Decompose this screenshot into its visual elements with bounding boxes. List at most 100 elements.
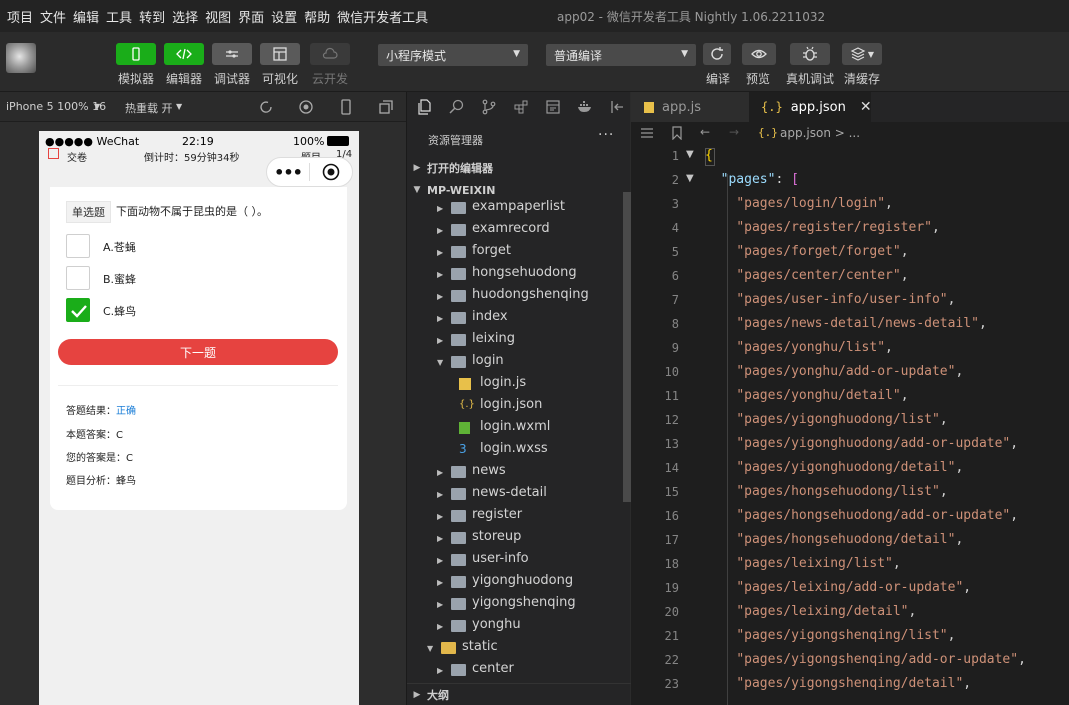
chevron-right-icon: ▶ xyxy=(437,622,444,631)
close-miniprogram-button[interactable] xyxy=(310,163,352,181)
avatar[interactable] xyxy=(6,43,36,73)
menu-edit[interactable]: 编辑 xyxy=(73,7,99,26)
page-path-string: "pages/hongsehuodong/add-or-update" xyxy=(736,508,1011,523)
more-menu-icon[interactable]: ••• xyxy=(267,163,309,182)
tree-item[interactable]: ▶ leixing xyxy=(407,329,623,351)
menu-help[interactable]: 帮助 xyxy=(304,7,330,26)
folder-open-icon xyxy=(451,356,466,368)
tree-item[interactable]: ▶ examrecord xyxy=(407,219,623,241)
back-arrow-icon[interactable]: ← xyxy=(700,125,710,139)
simulator-toggle-button[interactable] xyxy=(116,43,156,65)
menu-tools[interactable]: 工具 xyxy=(106,7,132,26)
option-b-checkbox[interactable] xyxy=(66,266,90,290)
preview-label: 预览 xyxy=(746,72,771,86)
tree-item[interactable]: ▶ yonghu xyxy=(407,615,623,637)
line-number: 8 xyxy=(671,317,679,331)
question-text: 下面动物不属于昆虫的是（ ）。 xyxy=(116,205,268,218)
search-icon[interactable] xyxy=(449,99,465,115)
option-c-checkbox[interactable] xyxy=(66,298,90,322)
option-a-checkbox[interactable] xyxy=(66,234,90,258)
compile-mode-select[interactable]: 普通编译 ▼ xyxy=(546,44,696,66)
chevron-right-icon: ▶ xyxy=(437,336,444,345)
menu-file[interactable]: 文件 xyxy=(40,7,66,26)
tree-item[interactable]: ▶ yigongshenqing xyxy=(407,593,623,615)
extensions-icon[interactable] xyxy=(513,99,529,115)
tree-item-label: login.wxss xyxy=(480,441,548,456)
chevron-down-icon[interactable]: ▼ xyxy=(686,173,694,184)
tab-app-js[interactable]: app.js xyxy=(631,92,749,122)
tree-item[interactable]: login.wxml xyxy=(407,417,623,439)
tree-item[interactable]: ▶ forget xyxy=(407,241,623,263)
page-path-string: "pages/yonghu/detail" xyxy=(736,388,901,403)
tree-item[interactable]: ▼ static xyxy=(407,637,623,659)
forward-arrow-icon[interactable]: → xyxy=(729,125,739,139)
editor-toggle-button[interactable] xyxy=(164,43,204,65)
outline-section[interactable]: ▶ 大纲 xyxy=(407,683,631,705)
hot-reload-toggle[interactable]: 热重载 开 xyxy=(125,100,173,116)
record-icon[interactable] xyxy=(298,99,314,115)
code-line-2: "pages": [ xyxy=(720,172,799,187)
explorer-scrollbar[interactable] xyxy=(623,192,631,502)
bookmark-icon[interactable] xyxy=(671,126,683,140)
tree-item[interactable]: 3 login.wxss xyxy=(407,439,623,461)
menu-goto[interactable]: 转到 xyxy=(139,7,165,26)
bug-icon xyxy=(803,46,817,61)
tree-item[interactable]: ▶ center xyxy=(407,659,623,681)
menu-settings[interactable]: 设置 xyxy=(271,7,297,26)
tree-item[interactable]: {.} login.json xyxy=(407,395,623,417)
tree-item-label: yigonghuodong xyxy=(472,573,574,588)
detach-window-icon[interactable] xyxy=(378,99,394,115)
visual-toggle-button[interactable] xyxy=(260,43,300,65)
tree-item[interactable]: ▶ news-detail xyxy=(407,483,623,505)
tree-item[interactable]: ▶ exampaperlist xyxy=(407,197,623,219)
menu-view[interactable]: 视图 xyxy=(205,7,231,26)
tree-item[interactable]: ▼ login xyxy=(407,351,623,373)
debugger-toggle-button[interactable] xyxy=(212,43,252,65)
tree-item[interactable]: ▶ storeup xyxy=(407,527,623,549)
preview-panel-icon[interactable] xyxy=(545,99,561,115)
split-panel-icon[interactable] xyxy=(609,99,625,115)
menu-select[interactable]: 选择 xyxy=(172,7,198,26)
cloud-dev-button[interactable] xyxy=(310,43,350,65)
menu-project[interactable]: 项目 xyxy=(7,7,33,26)
code-editor[interactable]: 1 ▼ { 2 ▼ "pages": [ 3 "pages/login/logi… xyxy=(631,144,1069,705)
tree-item[interactable]: ▶ index xyxy=(407,307,623,329)
files-icon[interactable] xyxy=(417,99,433,115)
menu-wechat-devtools[interactable]: 微信开发者工具 xyxy=(337,7,428,26)
option-a-label[interactable]: A.苍蝇 xyxy=(103,239,136,255)
next-question-button[interactable]: 下一题 xyxy=(58,339,338,365)
tree-item[interactable]: ▶ news xyxy=(407,461,623,483)
comma: , xyxy=(885,340,893,355)
tree-item[interactable]: login.js xyxy=(407,373,623,395)
tree-item[interactable]: ▶ yigonghuodong xyxy=(407,571,623,593)
chevron-right-icon: ▶ xyxy=(437,468,444,477)
rotate-icon[interactable] xyxy=(258,99,274,115)
preview-button[interactable] xyxy=(742,43,776,65)
open-editors-section[interactable]: ▶ 打开的编辑器 xyxy=(407,157,631,179)
tree-item[interactable]: ▶ user-info xyxy=(407,549,623,571)
menu-interface[interactable]: 界面 xyxy=(238,7,264,26)
line-number: 19 xyxy=(664,581,679,595)
mode-select[interactable]: 小程序模式 ▼ xyxy=(378,44,528,66)
tab-app-json[interactable]: {.} app.json ✕ xyxy=(749,92,872,122)
close-icon[interactable]: ✕ xyxy=(860,99,872,115)
chevron-down-icon: ▼ xyxy=(427,644,434,653)
tree-item[interactable]: ▶ hongsehuodong xyxy=(407,263,623,285)
breadcrumb-path[interactable]: app.json > ... xyxy=(780,126,860,140)
tree-item-label: storeup xyxy=(472,529,522,544)
tree-item[interactable]: ▶ huodongshenqing xyxy=(407,285,623,307)
clear-cache-button[interactable]: ▼ xyxy=(842,43,882,65)
real-device-debug-button[interactable] xyxy=(790,43,830,65)
list-icon[interactable] xyxy=(640,127,654,139)
docker-icon[interactable] xyxy=(577,99,593,115)
submit-exam-button[interactable]: 交卷 xyxy=(67,149,87,164)
device-select[interactable]: iPhone 5 100% 16 xyxy=(6,100,106,113)
source-control-icon[interactable] xyxy=(481,99,497,115)
option-c-label[interactable]: C.蜂鸟 xyxy=(103,303,136,319)
compile-button[interactable] xyxy=(703,43,731,65)
tree-item[interactable]: ▶ register xyxy=(407,505,623,527)
chevron-down-icon[interactable]: ▼ xyxy=(686,149,694,160)
option-b-label[interactable]: B.蜜蜂 xyxy=(103,271,136,287)
more-actions-icon[interactable]: ··· xyxy=(598,127,614,143)
phone-icon[interactable] xyxy=(338,99,354,115)
